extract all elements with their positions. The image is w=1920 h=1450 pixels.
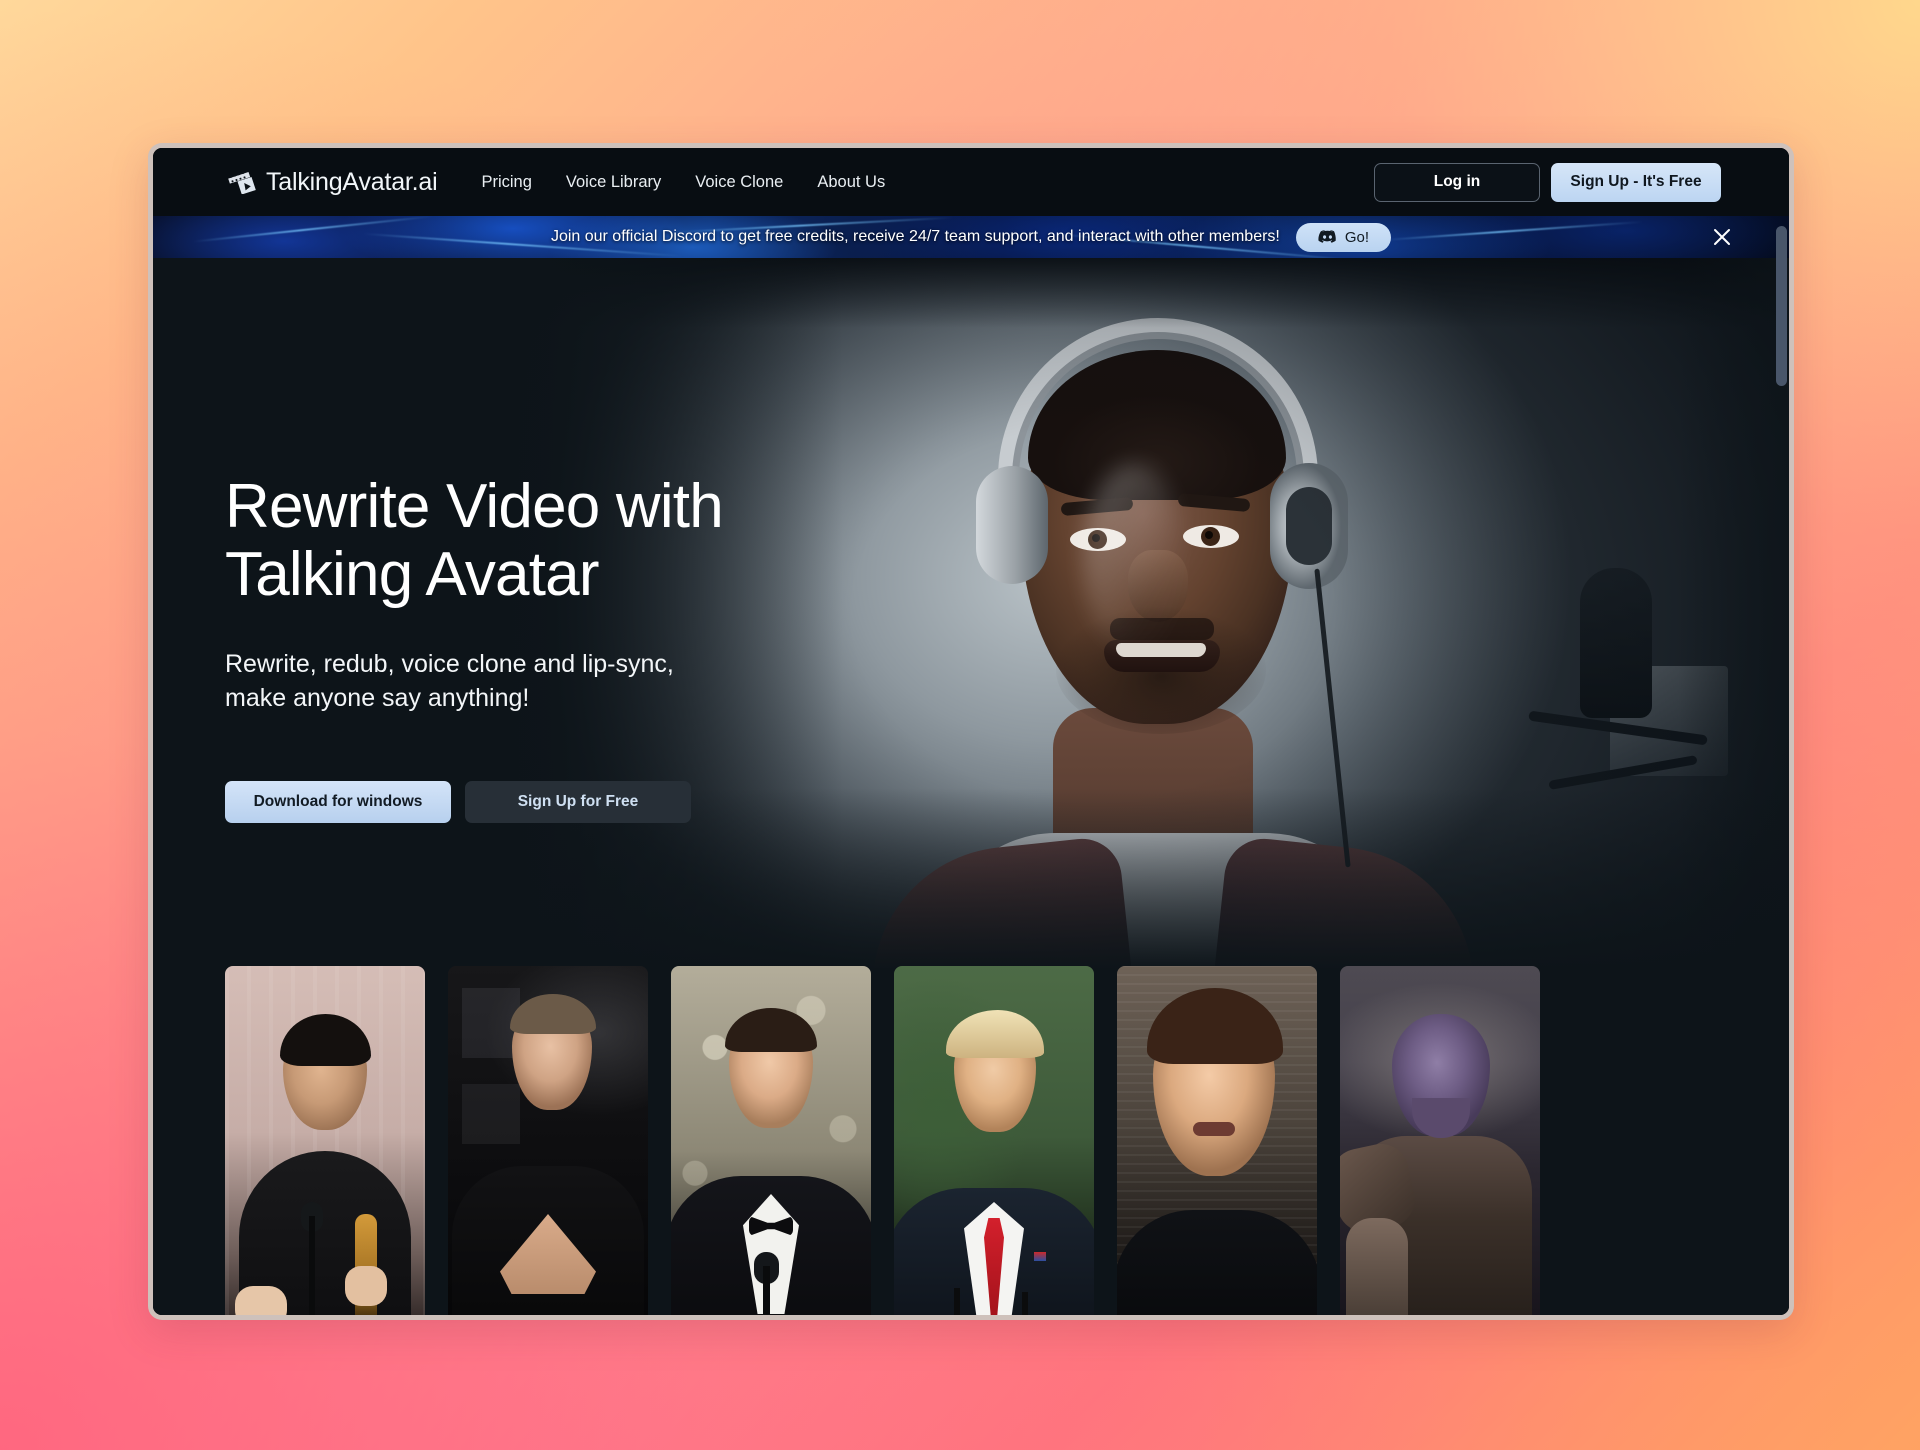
login-button[interactable]: Log in [1374, 163, 1540, 202]
scrollbar-thumb[interactable] [1776, 226, 1787, 386]
brand-logo[interactable]: TalkingAvatar.ai [227, 168, 437, 197]
discord-go-button[interactable]: Go! [1296, 223, 1391, 252]
discord-go-label: Go! [1345, 229, 1369, 246]
brand-name: TalkingAvatar.ai [266, 168, 437, 197]
page-scrollbar[interactable] [1776, 226, 1787, 1315]
hero-subheading: Rewrite, redub, voice clone and lip-sync… [225, 647, 865, 715]
hero-heading-line-1: Rewrite Video with [225, 473, 865, 541]
hero-cta-row: Download for windows Sign Up for Free [225, 781, 865, 823]
avatar-thumbnail-leonardo-dicaprio[interactable] [671, 966, 871, 1315]
film-clapper-icon [227, 170, 257, 194]
browser-window: TalkingAvatar.ai Pricing Voice Library V… [148, 143, 1794, 1320]
nav-link-pricing[interactable]: Pricing [481, 173, 531, 192]
page-viewport: TalkingAvatar.ai Pricing Voice Library V… [153, 148, 1789, 1315]
hero-section: Rewrite Video with Talking Avatar Rewrit… [153, 258, 1789, 1315]
sign-up-for-free-button[interactable]: Sign Up for Free [465, 781, 691, 823]
avatar-thumbnail-steve-jobs[interactable] [1117, 966, 1317, 1315]
avatar-thumbnail-jackie-chan[interactable] [225, 966, 425, 1315]
discord-icon [1318, 230, 1337, 245]
download-for-windows-button[interactable]: Download for windows [225, 781, 451, 823]
top-navigation-bar: TalkingAvatar.ai Pricing Voice Library V… [153, 148, 1789, 216]
hero-heading: Rewrite Video with Talking Avatar [225, 473, 865, 609]
hero-subheading-line-2: make anyone say anything! [225, 681, 865, 715]
signup-button[interactable]: Sign Up - It's Free [1551, 163, 1721, 202]
avatar-thumbnail-strip [225, 966, 1540, 1315]
avatar-thumbnail-donald-trump[interactable] [894, 966, 1094, 1315]
nav-links: Pricing Voice Library Voice Clone About … [481, 173, 885, 192]
hero-heading-line-2: Talking Avatar [225, 541, 865, 609]
hero-subheading-line-1: Rewrite, redub, voice clone and lip-sync… [225, 647, 865, 681]
avatar-thumbnail-thanos[interactable] [1340, 966, 1540, 1315]
close-icon[interactable] [1711, 226, 1733, 248]
hero-copy: Rewrite Video with Talking Avatar Rewrit… [225, 258, 865, 823]
nav-link-about-us[interactable]: About Us [817, 173, 885, 192]
nav-actions: Log in Sign Up - It's Free [1374, 163, 1721, 202]
nav-link-voice-library[interactable]: Voice Library [566, 173, 661, 192]
discord-banner: Join our official Discord to get free cr… [153, 216, 1789, 258]
banner-content: Join our official Discord to get free cr… [153, 216, 1789, 258]
avatar-thumbnail-elon-musk[interactable] [448, 966, 648, 1315]
nav-link-voice-clone[interactable]: Voice Clone [695, 173, 783, 192]
banner-message: Join our official Discord to get free cr… [551, 228, 1280, 246]
